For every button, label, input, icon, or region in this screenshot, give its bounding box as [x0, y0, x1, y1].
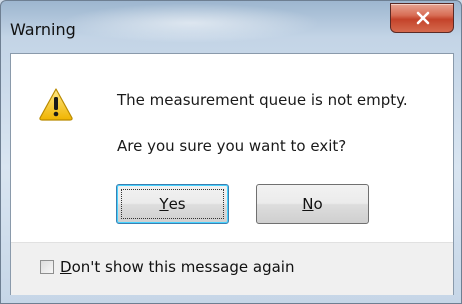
checkbox-label-rest: on't show this message again [71, 258, 295, 276]
message-line-1: The measurement queue is not empty. [117, 91, 408, 109]
close-icon [416, 11, 430, 25]
message-line-2: Are you sure you want to exit? [117, 137, 347, 155]
close-button[interactable] [390, 3, 454, 33]
checkbox-mnemonic: D [60, 258, 72, 276]
no-label-rest: o [313, 195, 323, 213]
no-mnemonic: N [302, 195, 314, 213]
yes-button[interactable]: Yes [116, 184, 229, 224]
focus-rectangle [121, 189, 224, 219]
dialog-client-area: The measurement queue is not empty. Are … [10, 53, 454, 295]
window-title: Warning [10, 20, 76, 39]
dont-show-again-label[interactable]: Don't show this message again [60, 258, 294, 276]
dont-show-again-checkbox[interactable] [40, 260, 54, 274]
warning-icon [39, 88, 73, 121]
dialog-window: Warning The measurement queue is not emp… [0, 0, 462, 304]
no-button[interactable]: No [256, 184, 369, 224]
titlebar-glow [61, 3, 321, 43]
